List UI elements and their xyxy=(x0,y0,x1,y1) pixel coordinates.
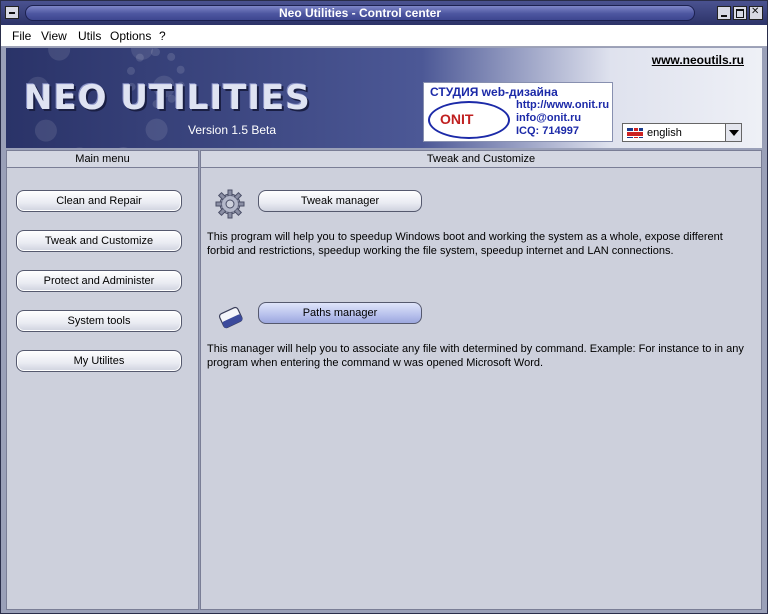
menu-view[interactable]: View xyxy=(41,29,67,43)
menu-options[interactable]: Options xyxy=(110,29,151,43)
ad-url: http://www.onit.ru xyxy=(516,99,610,111)
tweak-manager-description: This program will help you to speedup Wi… xyxy=(207,231,723,257)
website-link[interactable]: www.neoutils.ru xyxy=(652,53,744,67)
version-label: Version 1.5 Beta xyxy=(188,123,277,137)
main-menu-panel: Main menu Clean and Repair Tweak and Cus… xyxy=(6,150,199,610)
header-banner: NEO UTILITIES Version 1.5 Beta www.neout… xyxy=(6,48,762,148)
main-menu-header: Main menu xyxy=(7,151,198,168)
gear-icon xyxy=(215,189,245,219)
tweak-and-customize-button[interactable]: Tweak and Customize xyxy=(16,230,182,252)
menu-utils[interactable]: Utils xyxy=(78,29,101,43)
paths-icon xyxy=(218,306,243,329)
maximize-icon[interactable] xyxy=(733,6,747,20)
ad-banner[interactable]: СТУДИЯ web-дизайна ONIT http://www.onit.… xyxy=(423,82,613,142)
tweak-and-customize-panel: Tweak and Customize Tweak manager This p… xyxy=(200,150,762,610)
paths-manager-description: This manager will help you to associate … xyxy=(207,343,744,369)
uk-flag-icon xyxy=(627,128,643,138)
main-window: Neo Utilities - Control center File View… xyxy=(0,0,768,614)
system-tools-button[interactable]: System tools xyxy=(16,310,182,332)
menu-bar: File View Utils Options ? xyxy=(1,25,767,47)
chevron-down-icon[interactable] xyxy=(725,124,741,141)
protect-and-administer-button[interactable]: Protect and Administer xyxy=(16,270,182,292)
clean-and-repair-button[interactable]: Clean and Repair xyxy=(16,190,182,212)
ad-email: info@onit.ru xyxy=(516,112,582,124)
language-select[interactable]: english xyxy=(622,123,742,142)
system-menu-icon[interactable] xyxy=(5,6,19,19)
panel-header: Tweak and Customize xyxy=(201,151,761,168)
close-icon[interactable] xyxy=(749,6,763,20)
ad-title: СТУДИЯ web-дизайна xyxy=(430,85,558,99)
my-utilites-button[interactable]: My Utilites xyxy=(16,350,182,372)
ad-icq: ICQ: 714997 xyxy=(516,125,579,137)
tweak-manager-button[interactable]: Tweak manager xyxy=(258,190,422,212)
paths-manager-button[interactable]: Paths manager xyxy=(258,302,422,324)
app-logo: NEO UTILITIES xyxy=(24,78,311,118)
menu-help[interactable]: ? xyxy=(159,29,166,43)
menu-file[interactable]: File xyxy=(12,29,31,43)
window-title: Neo Utilities - Control center xyxy=(25,5,695,21)
minimize-icon[interactable] xyxy=(717,6,731,20)
title-bar[interactable]: Neo Utilities - Control center xyxy=(1,1,767,25)
language-value: english xyxy=(647,127,682,139)
ad-logo: ONIT xyxy=(440,111,474,127)
